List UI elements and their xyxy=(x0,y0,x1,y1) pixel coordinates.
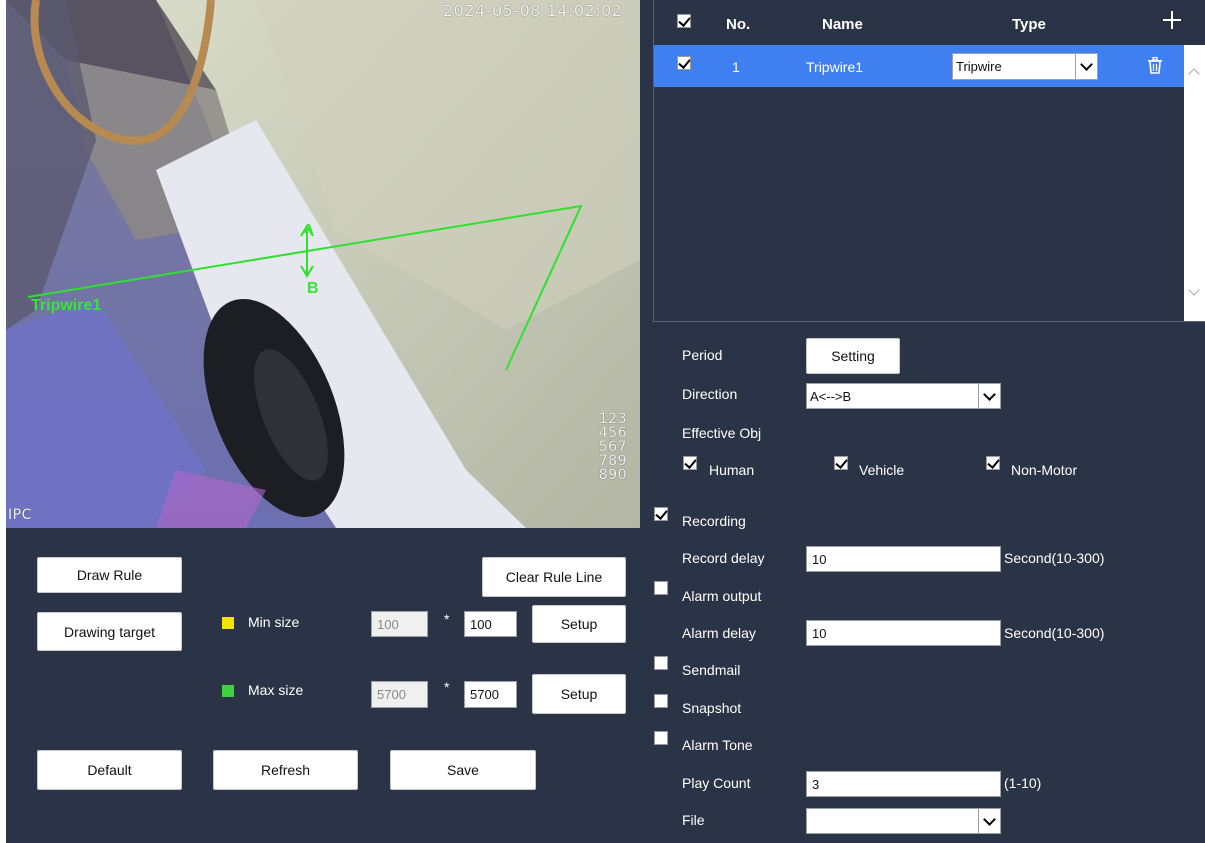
osd-text-overlay: 123 456 567 789 890 xyxy=(579,412,627,482)
trash-icon[interactable] xyxy=(1147,57,1163,74)
clear-rule-line-button[interactable]: Clear Rule Line xyxy=(482,557,626,597)
column-header-name: Name xyxy=(822,16,863,33)
osd-timestamp: 2024-05-08 14:02:02 xyxy=(443,1,623,20)
record-delay-label: Record delay xyxy=(682,550,765,566)
min-size-label: Min size xyxy=(248,614,300,630)
vehicle-checkbox[interactable] xyxy=(834,456,848,470)
max-size-color-swatch xyxy=(222,685,234,697)
non-motor-label: Non-Motor xyxy=(1011,462,1078,478)
sendmail-label: Sendmail xyxy=(682,662,741,678)
period-label: Period xyxy=(682,347,723,363)
file-label: File xyxy=(682,812,705,828)
row-rule-name: Tripwire1 xyxy=(806,59,864,75)
direction-b-label: B xyxy=(307,280,319,297)
max-size-setup-button[interactable]: Setup xyxy=(532,674,626,714)
rule-table-scrollbar[interactable] xyxy=(1184,45,1205,321)
tripwire-rule-label: Tripwire1 xyxy=(31,297,102,314)
scroll-up-arrow-icon[interactable] xyxy=(1188,68,1200,80)
alarm-tone-checkbox[interactable] xyxy=(654,731,668,745)
rule-table-empty-area xyxy=(654,87,1184,321)
min-width-input[interactable]: 100 xyxy=(371,611,428,637)
non-motor-checkbox[interactable] xyxy=(986,456,1000,470)
column-header-no: No. xyxy=(726,16,751,33)
rule-type-value: Tripwire xyxy=(956,59,1002,74)
osd-line: 456 xyxy=(598,425,627,441)
file-select[interactable] xyxy=(806,808,1001,834)
snapshot-checkbox[interactable] xyxy=(654,694,668,708)
play-count-range: (1-10) xyxy=(1004,775,1042,791)
video-frame xyxy=(6,0,640,528)
osd-channel-name: IPC xyxy=(8,507,32,523)
alarm-output-label: Alarm output xyxy=(682,588,762,604)
max-size-times-sign: * xyxy=(444,679,450,695)
smart-detection-page: 2024-05-08 14:02:02 IPC 123 456 567 789 … xyxy=(6,0,1205,843)
direction-select[interactable]: A<-->B xyxy=(806,383,1001,409)
alarm-output-checkbox[interactable] xyxy=(654,581,668,595)
add-rule-plus-icon[interactable] xyxy=(1162,10,1182,30)
row-number: 1 xyxy=(732,59,740,75)
osd-line: 890 xyxy=(598,467,627,483)
max-width-input[interactable]: 5700 xyxy=(371,681,428,708)
min-size-color-swatch xyxy=(222,617,234,629)
refresh-button[interactable]: Refresh xyxy=(213,750,358,790)
record-delay-input[interactable]: 10 xyxy=(806,546,1001,572)
chevron-down-icon xyxy=(978,384,1000,408)
draw-rule-button[interactable]: Draw Rule xyxy=(37,557,182,593)
direction-a-label: A xyxy=(304,221,314,236)
sendmail-checkbox[interactable] xyxy=(654,656,668,670)
row-checkbox[interactable] xyxy=(677,56,691,70)
direction-value: A<-->B xyxy=(810,388,852,404)
drawing-target-button[interactable]: Drawing target xyxy=(37,612,182,651)
period-setting-button[interactable]: Setting xyxy=(806,338,900,374)
osd-line: 123 xyxy=(598,411,627,427)
rule-type-select[interactable]: Tripwire xyxy=(952,53,1098,80)
max-height-input[interactable]: 5700 xyxy=(464,681,517,708)
play-count-label: Play Count xyxy=(682,775,751,791)
select-all-checkbox[interactable] xyxy=(677,14,691,28)
vehicle-label: Vehicle xyxy=(859,462,905,478)
direction-label: Direction xyxy=(682,386,738,402)
human-label: Human xyxy=(709,462,755,478)
video-preview[interactable]: 2024-05-08 14:02:02 IPC 123 456 567 789 … xyxy=(6,0,640,528)
alarm-tone-label: Alarm Tone xyxy=(682,737,753,753)
chevron-down-icon xyxy=(1075,54,1097,79)
alarm-delay-label: Alarm delay xyxy=(682,625,756,641)
alarm-delay-input[interactable]: 10 xyxy=(806,620,1001,646)
human-checkbox[interactable] xyxy=(683,456,697,470)
column-header-type: Type xyxy=(1012,16,1046,33)
recording-checkbox[interactable] xyxy=(654,507,668,521)
max-size-label: Max size xyxy=(248,682,304,698)
min-size-times-sign: * xyxy=(444,611,450,627)
scroll-down-arrow-icon[interactable] xyxy=(1188,284,1200,296)
osd-line: 789 xyxy=(598,453,627,469)
table-row[interactable]: 1 Tripwire1 Tripwire xyxy=(654,45,1184,87)
recording-label: Recording xyxy=(682,513,746,529)
play-count-input[interactable]: 3 xyxy=(806,771,1001,797)
osd-line: 567 xyxy=(598,439,627,455)
default-button[interactable]: Default xyxy=(37,750,182,790)
snapshot-label: Snapshot xyxy=(682,700,742,716)
effective-obj-label: Effective Obj xyxy=(682,425,762,441)
rule-table: No. Name Type 1 Tripwire1 Tripwire xyxy=(653,0,1205,322)
min-height-input[interactable]: 100 xyxy=(464,611,517,637)
rule-table-header: No. Name Type xyxy=(654,0,1205,45)
min-size-setup-button[interactable]: Setup xyxy=(532,605,626,643)
alarm-delay-unit: Second(10-300) xyxy=(1004,625,1105,641)
save-button[interactable]: Save xyxy=(390,750,536,790)
chevron-down-icon xyxy=(978,809,1000,833)
record-delay-unit: Second(10-300) xyxy=(1004,550,1105,566)
